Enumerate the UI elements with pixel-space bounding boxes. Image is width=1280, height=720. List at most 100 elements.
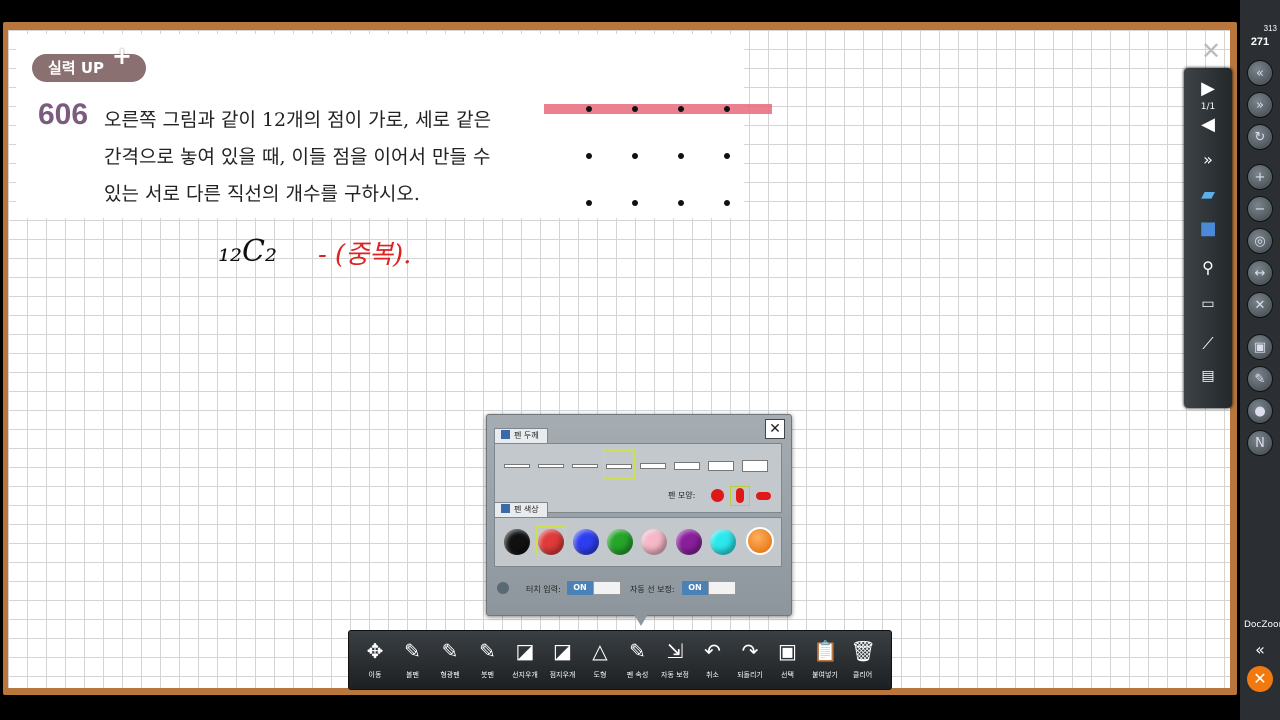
thickness-option[interactable] [674, 462, 700, 470]
auto-correct-icon: ⇲ [666, 639, 684, 663]
handwriting-combination: ₁₂C₂ [218, 234, 278, 269]
tool-ballpen[interactable]: ✎ 볼펜 [395, 631, 431, 689]
zoom-in-icon[interactable]: + [1247, 164, 1273, 190]
shape-icon: △ [592, 639, 608, 663]
undo-icon: ↶ [704, 639, 721, 663]
grid-dot [724, 200, 730, 206]
pen-thickness-tab: 펜 두께 [494, 428, 548, 443]
pen-color-tab: 펜 색상 [494, 502, 548, 517]
play-prev-icon[interactable]: ◀ [1184, 114, 1232, 135]
tool-label: 클리어 [852, 671, 873, 679]
bottom-toolbar: ✥ 이동 ✎ 볼펜 ✎ 형광펜 ✎ 붓펜 ◪ 선지우개 ◪ 점지우개 △ 도형 ✎ 펜 속성 ⇲ 자동 보정 ↶ 취소… [348, 630, 892, 690]
tool-highlighter[interactable]: ✎ 형광펜 [432, 631, 468, 689]
level-badge: 실력 UP + [32, 42, 146, 82]
redo-icon: ↷ [741, 639, 759, 663]
auto-line-off [708, 581, 736, 595]
tool-undo[interactable]: ↶ 취소 [695, 631, 731, 689]
pen-properties-icon: ✎ [629, 639, 646, 663]
grid-dot [678, 106, 684, 112]
move-icon: ✥ [366, 639, 384, 663]
save-icon[interactable]: ■ [1184, 218, 1232, 239]
touch-input-on: ON [567, 581, 593, 595]
brushpen-icon: ✎ [479, 639, 496, 663]
folder-icon[interactable]: ▰ [1184, 184, 1232, 205]
thickness-option[interactable] [572, 464, 598, 468]
tool-move[interactable]: ✥ 이동 [357, 631, 393, 689]
touch-input-off [593, 581, 621, 595]
tool-shape[interactable]: △ 도형 [582, 631, 618, 689]
touch-input-toggle[interactable]: ON [567, 581, 623, 595]
fullscreen-icon[interactable]: ✕ [1247, 292, 1273, 318]
tool-clear[interactable]: 🗑 클리어 [845, 631, 881, 689]
highlighter-stroke [544, 104, 772, 114]
dialog-close-icon[interactable]: ✕ [765, 419, 785, 439]
tool-line-eraser[interactable]: ◪ 선지우개 [507, 631, 543, 689]
fast-forward-icon[interactable]: » [1184, 150, 1232, 169]
tool-select[interactable]: ▣ 선택 [770, 631, 806, 689]
color-swatch[interactable] [572, 529, 599, 555]
thickness-option[interactable] [708, 461, 734, 471]
grid-dot [586, 153, 592, 159]
page-total: 313 [1263, 24, 1277, 33]
tool-point-eraser[interactable]: ◪ 점지우개 [545, 631, 581, 689]
tool-redo[interactable]: ↷ 되돌리기 [732, 631, 768, 689]
pen-thickness-title: 펜 두께 [514, 431, 539, 440]
screen-capture-icon[interactable]: ▤ [1184, 368, 1232, 384]
first-page-icon[interactable]: « [1247, 60, 1273, 86]
prev-page-icon[interactable]: » [1247, 92, 1273, 118]
line-eraser-icon: ◪ [515, 639, 535, 663]
grid-dot [678, 153, 684, 159]
thickness-option[interactable] [640, 463, 666, 469]
thickness-option[interactable] [538, 464, 564, 468]
color-swatch[interactable] [504, 529, 530, 555]
custom-color-icon[interactable] [746, 527, 774, 555]
auto-line-label: 자동 선 보정: [630, 585, 675, 594]
color-swatch[interactable] [641, 529, 668, 555]
pen-color-title: 펜 색상 [514, 505, 539, 514]
thickness-option[interactable] [504, 464, 530, 468]
grid-dot [724, 106, 730, 112]
page-indicator: 1/1 [1200, 102, 1216, 112]
page-current: 271 [1250, 36, 1270, 48]
grid-dot [678, 200, 684, 206]
bookmark-icon[interactable]: ▣ [1247, 334, 1273, 360]
settings-gear-icon[interactable] [497, 582, 509, 594]
badge-label: 실력 UP [48, 59, 104, 77]
collapse-icon[interactable]: « [1240, 640, 1280, 659]
tool-auto-correct[interactable]: ⇲ 자동 보정 [657, 631, 693, 689]
pen-shape-round[interactable] [711, 489, 724, 502]
capture-icon[interactable]: ● [1247, 398, 1273, 424]
tool-pen-properties[interactable]: ✎ 펜 속성 [620, 631, 656, 689]
exit-icon[interactable]: ✕ [1247, 666, 1273, 692]
thickness-option[interactable] [742, 460, 768, 472]
highlighter-icon: ✎ [441, 639, 459, 663]
selected-color-frame [536, 526, 566, 556]
page-view-icon[interactable]: ▭ [1184, 296, 1232, 312]
zoom-out-icon[interactable]: − [1247, 196, 1273, 222]
color-swatch[interactable] [675, 529, 702, 555]
pen-line-icon[interactable]: ⟋ [1184, 334, 1232, 354]
clear-icon: 🗑 [850, 639, 876, 663]
fit-icon[interactable]: ◎ [1247, 228, 1273, 254]
note-icon[interactable]: N [1247, 430, 1273, 456]
color-swatch[interactable] [709, 529, 736, 555]
pen-shape-vertical[interactable] [736, 488, 744, 503]
doczoom-brand: DocZoom [1244, 620, 1280, 630]
search-icon[interactable]: ✎ [1247, 366, 1273, 392]
width-fit-icon[interactable]: ↔ [1247, 260, 1273, 286]
grid-dot [724, 153, 730, 159]
touch-input-label: 터치 입력: [526, 585, 561, 594]
zoom-tool-icon[interactable]: ⚲ [1184, 258, 1232, 277]
auto-line-toggle[interactable]: ON [682, 581, 738, 595]
pen-shape-horizontal[interactable] [756, 492, 771, 500]
grid-dot [586, 200, 592, 206]
pen-shape-label: 펜 모양: [668, 491, 696, 500]
play-next-icon[interactable]: ▶ [1184, 78, 1232, 99]
tool-brushpen[interactable]: ✎ 붓펜 [470, 631, 506, 689]
tool-paste[interactable]: 📋 붙여넣기 [807, 631, 843, 689]
color-swatch[interactable] [606, 529, 633, 555]
close-page-icon[interactable]: ✕ [1198, 38, 1224, 64]
paste-icon: 📋 [813, 639, 838, 663]
refresh-icon[interactable]: ↻ [1247, 124, 1273, 150]
auto-line-on: ON [682, 581, 708, 595]
